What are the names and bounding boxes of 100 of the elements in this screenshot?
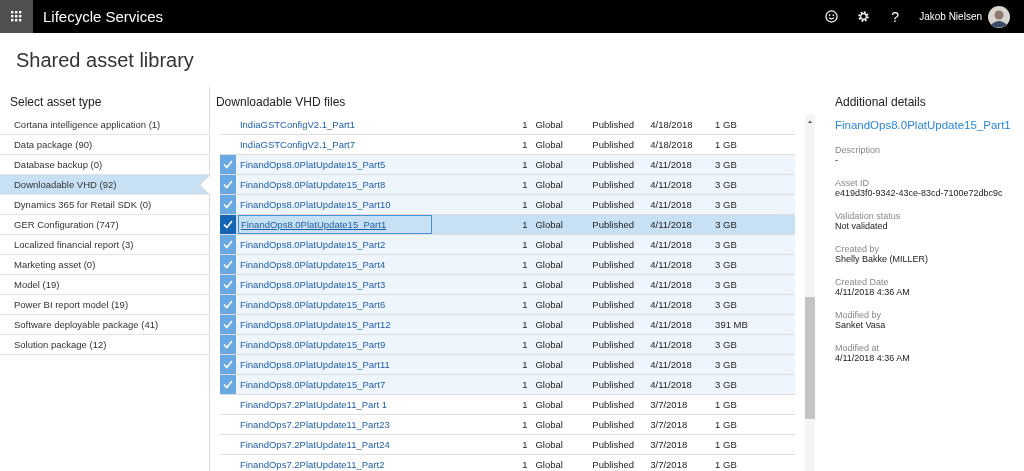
field-label: Modified by: [834, 310, 882, 320]
table-cell-text: Published: [592, 379, 636, 390]
file-link[interactable]: FinandOps8.0PlatUpdate15_Part11: [237, 356, 498, 373]
file-row[interactable]: FinandOps8.0PlatUpdate15_Part9 1 Global Published 4/11/2018 3 GB: [219, 335, 795, 355]
page-title: Shared asset library: [15, 48, 195, 73]
asset-type-item[interactable]: Power BI report model (19): [0, 295, 209, 315]
file-link[interactable]: FinandOps8.0PlatUpdate15_Part10: [237, 196, 498, 213]
asset-type-item[interactable]: GER Configuration (747): [0, 215, 209, 235]
table-cell-text: 1 GB: [715, 119, 738, 130]
file-link[interactable]: FinandOps8.0PlatUpdate15_Part7: [237, 376, 498, 393]
table-cell-text: Global: [535, 239, 564, 250]
scrollbar[interactable]: [804, 115, 815, 471]
file-link[interactable]: FinandOps8.0PlatUpdate15_Part2: [237, 236, 498, 253]
check-icon: [222, 280, 233, 289]
avatar-icon[interactable]: [988, 5, 1010, 28]
file-link[interactable]: FinandOps8.0PlatUpdate15_Part9: [237, 336, 498, 353]
table-cell-text: Published: [592, 219, 636, 230]
table-cell-text: 1: [521, 459, 529, 470]
table-cell-text: 4/11/2018: [650, 199, 693, 210]
file-row[interactable]: FinandOps8.0PlatUpdate15_Part5 1 Global Published 4/11/2018 3 GB: [219, 155, 795, 175]
check-icon: [222, 260, 233, 269]
file-row[interactable]: FinandOps7.2PlatUpdate11_Part 1 1 Global Published 3/7/2018 1 GB: [219, 395, 795, 415]
file-row[interactable]: FinandOps8.0PlatUpdate15_Part7 1 Global Published 4/11/2018 3 GB: [219, 375, 795, 395]
smiley-icon: [824, 10, 838, 23]
table-cell-text: 3 GB: [715, 359, 738, 370]
table-cell-text: 1: [521, 439, 529, 450]
file-link[interactable]: FinandOps7.2PlatUpdate11_Part 1: [237, 396, 498, 413]
field-label: Modified at: [834, 343, 880, 353]
file-link[interactable]: FinandOps8.0PlatUpdate15_Part3: [237, 276, 498, 293]
table-cell-text: 4/11/2018: [650, 159, 693, 170]
file-link[interactable]: FinandOps8.0PlatUpdate15_Part4: [237, 256, 498, 273]
asset-type-item[interactable]: Marketing asset (0): [0, 255, 209, 275]
table-cell-text: 1: [521, 119, 529, 130]
file-link[interactable]: IndiaGSTConfigV2.1_Part7: [237, 136, 498, 153]
file-row[interactable]: FinandOps8.0PlatUpdate15_Part4 1 Global Published 4/11/2018 3 GB: [219, 255, 795, 275]
asset-type-item[interactable]: Cortana intelligence application (1): [0, 115, 209, 135]
table-cell-text: 3 GB: [715, 299, 738, 310]
table-cell-text: Global: [535, 319, 564, 330]
table-cell-text: 1 GB: [715, 459, 738, 470]
help-button[interactable]: ?: [879, 0, 912, 33]
table-cell-text: Global: [535, 119, 564, 130]
file-row[interactable]: FinandOps8.0PlatUpdate15_Part10 1 Global Published 4/11/2018 3 GB: [219, 195, 795, 215]
table-cell-text: 4/18/2018: [650, 139, 694, 150]
file-link[interactable]: FinandOps8.0PlatUpdate15_Part12: [237, 316, 498, 333]
table-cell-text: 4/11/2018: [650, 339, 693, 350]
table-cell-text: 3 GB: [715, 219, 738, 230]
file-link[interactable]: FinandOps7.2PlatUpdate11_Part2: [237, 456, 498, 471]
asset-type-item[interactable]: Dynamics 365 for Retail SDK (0): [0, 195, 209, 215]
field-value: Not validated: [834, 221, 889, 231]
file-row[interactable]: FinandOps8.0PlatUpdate15_Part2 1 Global Published 4/11/2018 3 GB: [219, 235, 795, 255]
table-cell-text: 3 GB: [715, 239, 738, 250]
table-cell-text: 1 GB: [715, 439, 738, 450]
asset-type-item[interactable]: Solution package (12): [0, 335, 209, 355]
check-icon: [222, 160, 233, 169]
file-link[interactable]: FinandOps8.0PlatUpdate15_Part5: [237, 156, 498, 173]
table-cell-text: Published: [592, 319, 636, 330]
file-row[interactable]: IndiaGSTConfigV2.1_Part1 1 Global Published 4/18/2018 1 GB: [219, 115, 795, 135]
file-row[interactable]: FinandOps8.0PlatUpdate15_Part11 1 Global Published 4/11/2018 3 GB: [219, 355, 795, 375]
table-cell-text: 1: [521, 139, 529, 150]
app-launcher-button[interactable]: [0, 0, 33, 33]
field-value: 4/11/2018 4:36 AM: [834, 353, 911, 363]
file-link[interactable]: IndiaGSTConfigV2.1_Part1: [237, 116, 498, 133]
table-cell-text: 1: [521, 279, 529, 290]
file-row[interactable]: FinandOps8.0PlatUpdate15_Part6 1 Global Published 4/11/2018 3 GB: [219, 295, 795, 315]
file-link[interactable]: FinandOps8.0PlatUpdate15_Part6: [237, 296, 498, 313]
table-cell-text: 3/7/2018: [650, 439, 689, 450]
asset-type-item[interactable]: Model (19): [0, 275, 209, 295]
asset-type-item[interactable]: Software deployable package (41): [0, 315, 209, 335]
asset-type-item[interactable]: Downloadable VHD (92): [0, 175, 209, 195]
file-row[interactable]: FinandOps8.0PlatUpdate15_Part1 1 Global Published 4/11/2018 3 GB: [219, 215, 795, 235]
check-icon: [222, 340, 233, 349]
asset-type-item[interactable]: Data package (90): [0, 135, 209, 155]
table-cell-text: 1: [521, 199, 529, 210]
file-link[interactable]: FinandOps7.2PlatUpdate11_Part24: [237, 436, 498, 453]
table-cell-text: Published: [592, 359, 636, 370]
scrollbar-thumb[interactable]: [804, 297, 815, 419]
file-row[interactable]: FinandOps8.0PlatUpdate15_Part12 1 Global Published 4/11/2018 391 MB: [219, 315, 795, 335]
file-row[interactable]: FinandOps7.2PlatUpdate11_Part24 1 Global Published 3/7/2018 1 GB: [219, 435, 795, 455]
detail-title: FinandOps8.0PlatUpdate15_Part1: [834, 118, 1012, 133]
table-cell-text: 4/11/2018: [650, 379, 693, 390]
file-row[interactable]: FinandOps7.2PlatUpdate11_Part2 1 Global Published 3/7/2018 1 GB: [219, 455, 795, 471]
file-row[interactable]: FinandOps8.0PlatUpdate15_Part8 1 Global Published 4/11/2018 3 GB: [219, 175, 795, 195]
table-cell-text: Global: [535, 359, 564, 370]
table-cell-text: 3 GB: [715, 259, 738, 270]
file-link[interactable]: FinandOps8.0PlatUpdate15_Part1: [237, 215, 432, 234]
field-label: Validation status: [834, 211, 902, 221]
file-link[interactable]: FinandOps8.0PlatUpdate15_Part8: [237, 176, 498, 193]
file-row[interactable]: FinandOps7.2PlatUpdate11_Part23 1 Global Published 3/7/2018 1 GB: [219, 415, 795, 435]
file-row[interactable]: FinandOps8.0PlatUpdate15_Part3 1 Global Published 4/11/2018 3 GB: [219, 275, 795, 295]
table-cell-text: Published: [592, 339, 636, 350]
field-label: Description: [834, 145, 881, 155]
field-value: Shelly Bakke (MILLER): [834, 254, 929, 264]
scroll-up-icon[interactable]: [806, 119, 813, 125]
file-link[interactable]: FinandOps7.2PlatUpdate11_Part23: [237, 416, 498, 433]
table-cell-text: 3/7/2018: [650, 399, 689, 410]
table-cell-text: Published: [592, 259, 636, 270]
table-cell-text: 3 GB: [715, 199, 738, 210]
table-cell-text: 4/11/2018: [650, 239, 693, 250]
asset-type-item[interactable]: Localized financial report (3): [0, 235, 209, 255]
table-cell-text: Global: [535, 399, 564, 410]
